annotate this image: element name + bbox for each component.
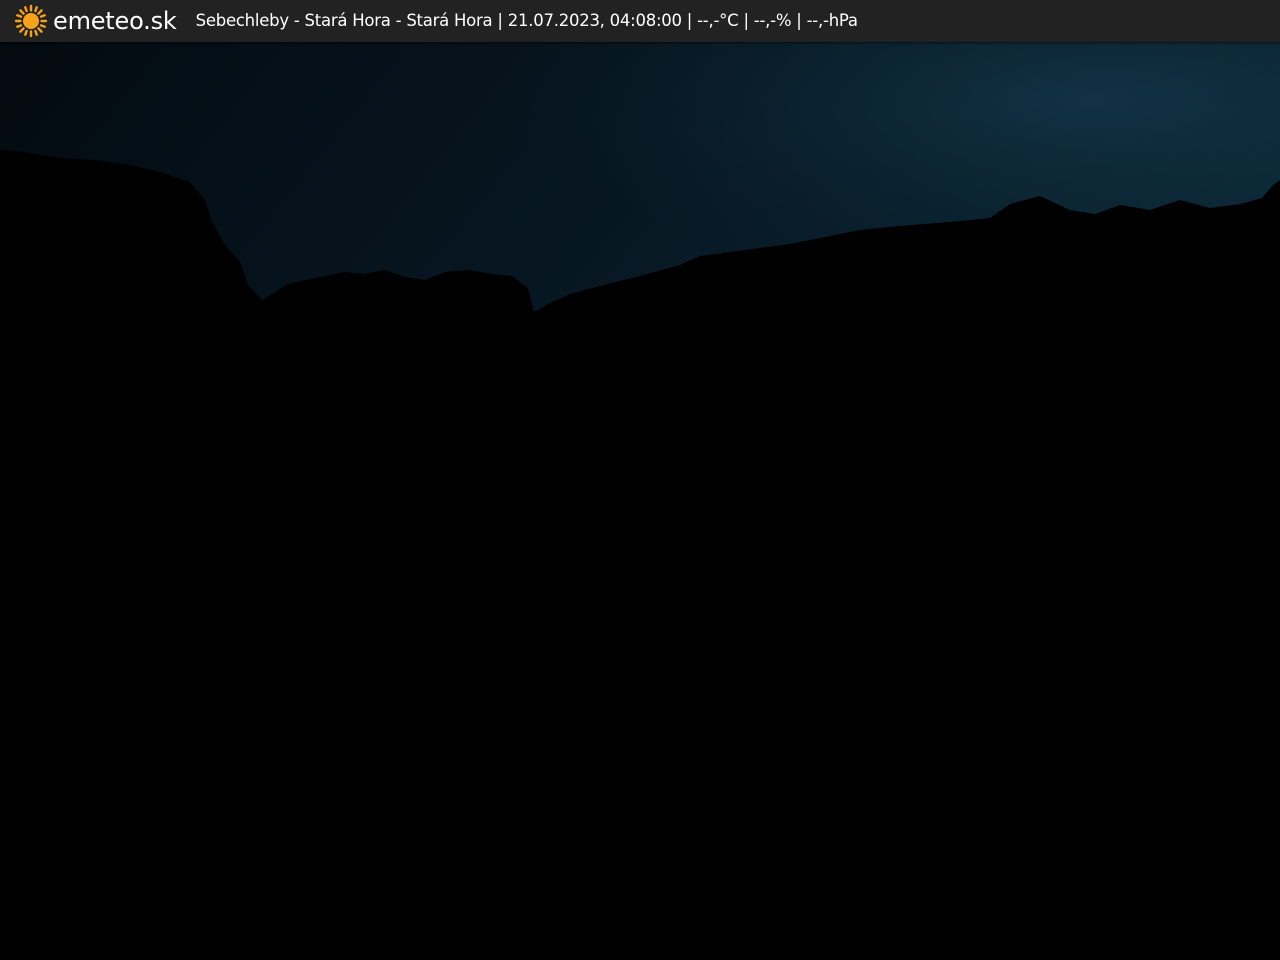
webcam-image — [0, 0, 1280, 960]
brand-logo[interactable]: emeteo.sk — [14, 0, 177, 42]
webcam-page: emeteo.sk Sebechleby - Stará Hora - Star… — [0, 0, 1280, 960]
dark-foreground — [0, 340, 1280, 960]
sun-icon — [14, 4, 48, 38]
brand-name: emeteo.sk — [53, 7, 177, 35]
top-bar: emeteo.sk Sebechleby - Stará Hora - Star… — [0, 0, 1280, 42]
station-info: Sebechleby - Stará Hora - Stará Hora | 2… — [195, 11, 858, 30]
